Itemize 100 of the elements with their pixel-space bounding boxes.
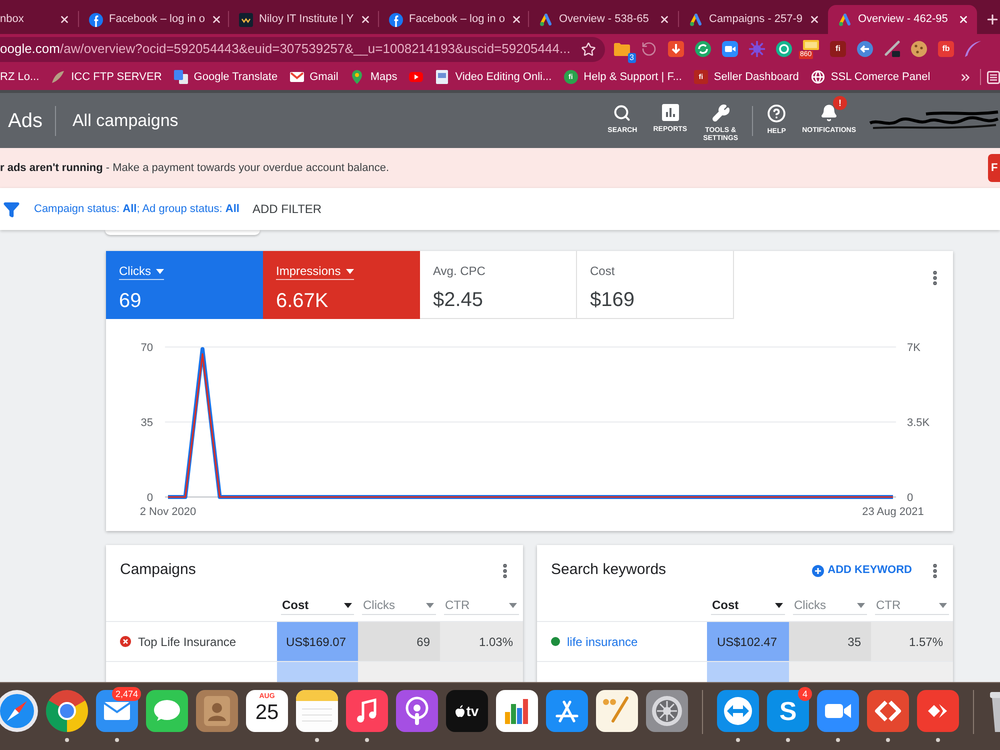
action-button[interactable]: F bbox=[988, 154, 1000, 182]
bookmark[interactable]: SSL Comerce Panel bbox=[810, 68, 930, 86]
alert-message: r ads aren't running - Make a payment towards your overdue account balance. bbox=[0, 160, 390, 176]
ring-icon[interactable] bbox=[775, 40, 793, 58]
map-pin-icon bbox=[350, 70, 364, 84]
caret-icon bbox=[426, 602, 434, 608]
leaf-icon bbox=[51, 70, 66, 84]
metric-tile[interactable]: Clicks 69 bbox=[106, 251, 263, 319]
axis-label: 35 bbox=[140, 417, 153, 429]
table-cell: 1.03% bbox=[440, 622, 523, 661]
browser-tab[interactable]: Facebook – log in o bbox=[79, 5, 228, 34]
browser-tab[interactable]: nbox bbox=[0, 5, 78, 34]
bookmark[interactable] bbox=[409, 70, 424, 84]
plus-circle-icon bbox=[812, 564, 824, 576]
browser-tab[interactable]: Niloy IT Institute | Y bbox=[229, 5, 378, 34]
count-badge: 4 bbox=[798, 687, 812, 701]
close-icon[interactable] bbox=[809, 14, 820, 25]
history-icon[interactable] bbox=[641, 41, 657, 57]
caret-icon bbox=[939, 602, 947, 608]
axis-label: 7K bbox=[907, 342, 920, 354]
column-header[interactable]: CTR bbox=[875, 596, 949, 615]
browser-tab[interactable]: Overview - 538-65 bbox=[529, 5, 678, 34]
caret-icon bbox=[775, 602, 783, 608]
axis-label: 3.5K bbox=[907, 417, 930, 429]
pen-quote-icon[interactable] bbox=[596, 690, 638, 732]
browser-tab[interactable]: Campaigns - 257-9 bbox=[679, 5, 828, 34]
count-badge: 2,474 bbox=[112, 687, 141, 701]
bookmark[interactable]: Maps bbox=[350, 68, 398, 86]
metric-tile[interactable]: Avg. CPC $2.45 bbox=[420, 251, 577, 319]
remote-arrows-icon[interactable] bbox=[867, 690, 909, 732]
reading-list-icon[interactable] bbox=[987, 70, 1000, 84]
refresh-icon[interactable] bbox=[694, 40, 712, 58]
bar-chart-icon[interactable] bbox=[496, 690, 538, 732]
browser-tab[interactable]: Overview - 462-95 bbox=[828, 5, 977, 34]
close-icon[interactable] bbox=[659, 14, 670, 25]
table-cell: 69 bbox=[358, 622, 440, 661]
filter-icon[interactable] bbox=[3, 200, 20, 218]
search-icon bbox=[613, 104, 632, 122]
caret-icon bbox=[857, 602, 865, 608]
apple-logo-icon bbox=[455, 705, 466, 717]
caret-icon bbox=[509, 602, 517, 608]
bookmark[interactable]: ICC FTP SERVER bbox=[51, 68, 162, 86]
download-icon[interactable] bbox=[667, 40, 685, 58]
bookmark[interactable]: Video Editing Onli... bbox=[435, 68, 552, 86]
metric-tile[interactable]: Impressions 6.67K bbox=[263, 251, 420, 319]
close-icon[interactable] bbox=[360, 14, 371, 25]
card-title: Campaigns bbox=[120, 560, 196, 580]
bookmark[interactable]: Gmail bbox=[290, 68, 338, 86]
close-icon[interactable] bbox=[511, 14, 522, 25]
add-filter-button[interactable]: ADD FILTER bbox=[252, 200, 322, 218]
extension-button[interactable]: fb bbox=[938, 41, 954, 57]
page-icon bbox=[435, 70, 450, 84]
bookmark[interactable]: Google Translate bbox=[174, 68, 278, 86]
filter-summary[interactable]: Campaign status: All; Ad group status: All bbox=[34, 200, 240, 218]
gear-icon[interactable] bbox=[646, 690, 688, 732]
music-note-icon[interactable] bbox=[346, 690, 388, 732]
column-header[interactable]: Cost bbox=[711, 596, 785, 615]
extension-button[interactable]: fi bbox=[830, 41, 846, 57]
podcast-icon[interactable] bbox=[396, 690, 438, 732]
video-camera-icon[interactable] bbox=[817, 690, 859, 732]
close-icon[interactable] bbox=[958, 14, 969, 25]
new-tab-icon[interactable] bbox=[985, 12, 1000, 27]
metric-tile[interactable]: Cost $169 bbox=[577, 251, 734, 319]
browser-logo-icon[interactable] bbox=[46, 690, 88, 732]
play-icon bbox=[409, 70, 424, 84]
caret-icon bbox=[156, 268, 164, 274]
axis-label: 0 bbox=[146, 492, 153, 504]
browser-tab[interactable]: Facebook – log in o bbox=[379, 5, 528, 34]
product-name: Ads bbox=[8, 108, 42, 134]
starburst-icon[interactable] bbox=[748, 40, 766, 58]
column-header[interactable]: Cost bbox=[281, 596, 354, 615]
tv-app-button[interactable]: tv bbox=[446, 690, 488, 732]
column-header[interactable]: CTR bbox=[444, 596, 519, 615]
add-keyword-button[interactable]: ADD KEYWORD bbox=[812, 562, 912, 579]
page-title: All campaigns bbox=[72, 110, 178, 132]
triangle-logo-icon bbox=[838, 12, 852, 26]
table-cell: US$102.47 bbox=[707, 622, 789, 661]
app-store-icon[interactable] bbox=[546, 690, 588, 732]
notepad-icon[interactable] bbox=[296, 690, 338, 732]
compass-icon[interactable] bbox=[0, 690, 38, 732]
bookmark[interactable]: RZ Lo... bbox=[0, 68, 40, 86]
bar-chart-icon bbox=[662, 104, 679, 121]
video-camera-icon[interactable] bbox=[721, 40, 739, 58]
count-badge: 3 bbox=[628, 53, 636, 63]
ticket-icon[interactable] bbox=[802, 40, 820, 50]
star-icon[interactable] bbox=[581, 42, 596, 56]
column-header[interactable]: Clicks bbox=[362, 596, 436, 615]
contact-book-icon[interactable] bbox=[196, 690, 238, 732]
speech-bubble-icon[interactable] bbox=[146, 690, 188, 732]
triangle-logo-icon bbox=[689, 12, 703, 26]
column-header[interactable]: Clicks bbox=[793, 596, 867, 615]
close-icon[interactable] bbox=[59, 14, 70, 25]
address-field[interactable]: oogle.com/aw/overview?ocid=592054443&euid=307539257&__u=1008214193&uscid=59205444... bbox=[0, 36, 605, 62]
cookie-icon[interactable] bbox=[910, 40, 928, 58]
close-icon[interactable] bbox=[211, 14, 222, 25]
axis-label: 23 Aug 2021 bbox=[862, 506, 924, 518]
folder-icon[interactable] bbox=[613, 40, 631, 58]
keyword-link[interactable]: life insurance bbox=[567, 632, 638, 650]
f-logo-icon bbox=[389, 12, 403, 26]
pen-icon[interactable] bbox=[883, 40, 901, 58]
